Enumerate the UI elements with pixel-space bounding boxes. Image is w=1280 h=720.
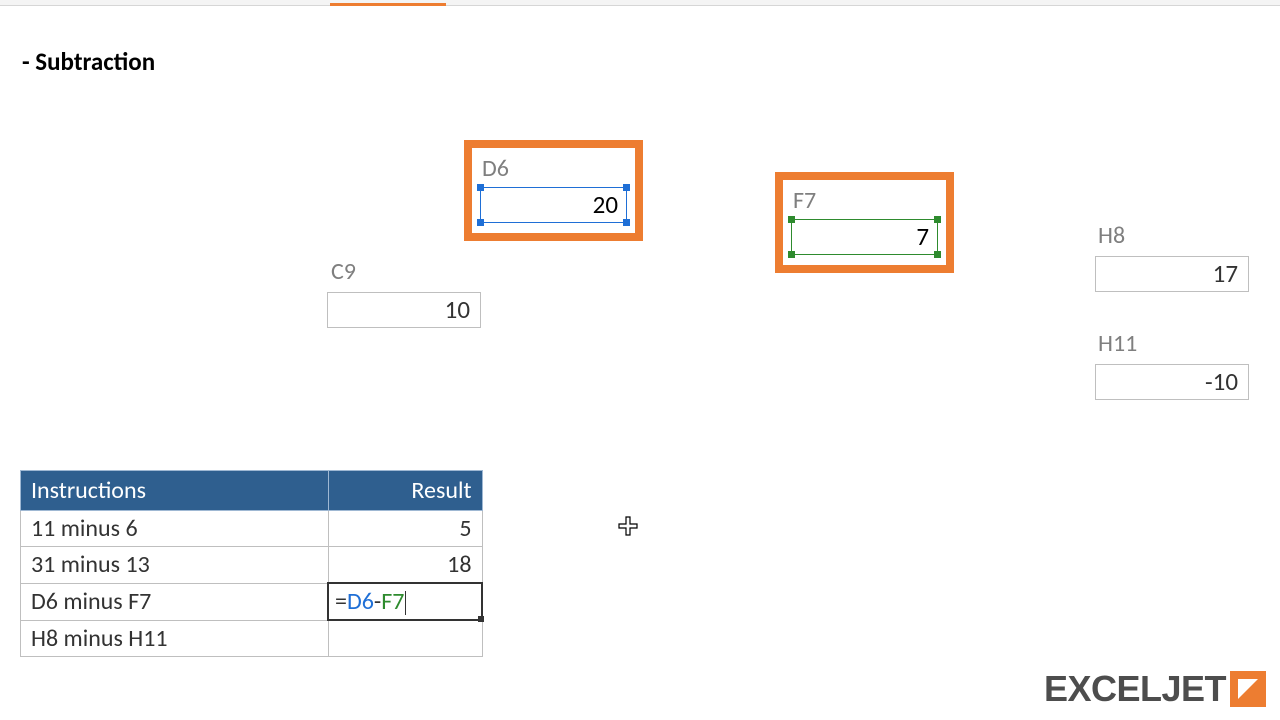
selection-handle[interactable] (623, 184, 630, 191)
cell-h11-label: H11 (1098, 329, 1137, 358)
logo-text-1: EXCEL (1044, 668, 1162, 710)
cell-f7-highlight: F7 7 (775, 172, 954, 273)
selection-handle[interactable] (623, 219, 630, 226)
table-row: 11 minus 6 5 (21, 511, 483, 547)
cell-d6[interactable]: 20 (480, 187, 627, 223)
instructions-table: Instructions Result 11 minus 6 5 31 minu… (20, 470, 483, 657)
col-header-result: Result (328, 471, 482, 511)
formula-text: =D6-F7 (335, 587, 406, 616)
cell-c9-label: C9 (331, 257, 356, 286)
cell-d6-highlight: D6 20 (464, 140, 643, 241)
cell-instruction[interactable]: D6 minus F7 (21, 583, 329, 620)
selection-handle[interactable] (477, 219, 484, 226)
col-header-instructions: Instructions (21, 471, 329, 511)
selection-handle[interactable] (788, 216, 795, 223)
exceljet-logo: EXCELJET (1044, 668, 1266, 710)
text-cursor (405, 591, 406, 615)
selection-handle[interactable] (934, 216, 941, 223)
cell-result[interactable] (328, 620, 482, 656)
table-row: H8 minus H11 (21, 620, 483, 656)
cell-c9-value: 10 (445, 294, 470, 325)
cell-h8-label: H8 (1098, 221, 1125, 250)
selection-handle[interactable] (788, 251, 795, 258)
cell-d6-value: 20 (593, 189, 618, 220)
cell-result[interactable]: 5 (328, 511, 482, 547)
cell-instruction[interactable]: H8 minus H11 (21, 620, 329, 656)
logo-mark-icon (1230, 671, 1266, 707)
cell-instruction[interactable]: 11 minus 6 (21, 511, 329, 547)
active-tab-indicator (330, 0, 446, 6)
selection-handle[interactable] (477, 184, 484, 191)
cell-result[interactable]: 18 (328, 547, 482, 584)
table-header-row: Instructions Result (21, 471, 483, 511)
selection-handle[interactable] (934, 251, 941, 258)
cell-f7[interactable]: 7 (791, 219, 938, 255)
cell-h11[interactable]: -10 (1095, 364, 1249, 400)
app-top-bar (0, 0, 1280, 6)
cell-result-editing[interactable]: =D6-F7 (328, 583, 482, 620)
cell-d6-label: D6 (482, 154, 627, 183)
cell-f7-value: 7 (916, 221, 929, 252)
cell-f7-label: F7 (793, 186, 938, 215)
logo-text-2: JET (1161, 668, 1226, 710)
excel-cursor-icon (618, 516, 638, 536)
cell-h8[interactable]: 17 (1095, 256, 1249, 292)
cell-instruction[interactable]: 31 minus 13 (21, 547, 329, 584)
table-row: 31 minus 13 18 (21, 547, 483, 584)
page-heading: - Subtraction (22, 46, 155, 77)
table-row: D6 minus F7 =D6-F7 (21, 583, 483, 620)
cell-h8-value: 17 (1213, 258, 1238, 289)
cell-c9[interactable]: 10 (327, 292, 481, 328)
cell-h11-value: -10 (1205, 366, 1238, 397)
